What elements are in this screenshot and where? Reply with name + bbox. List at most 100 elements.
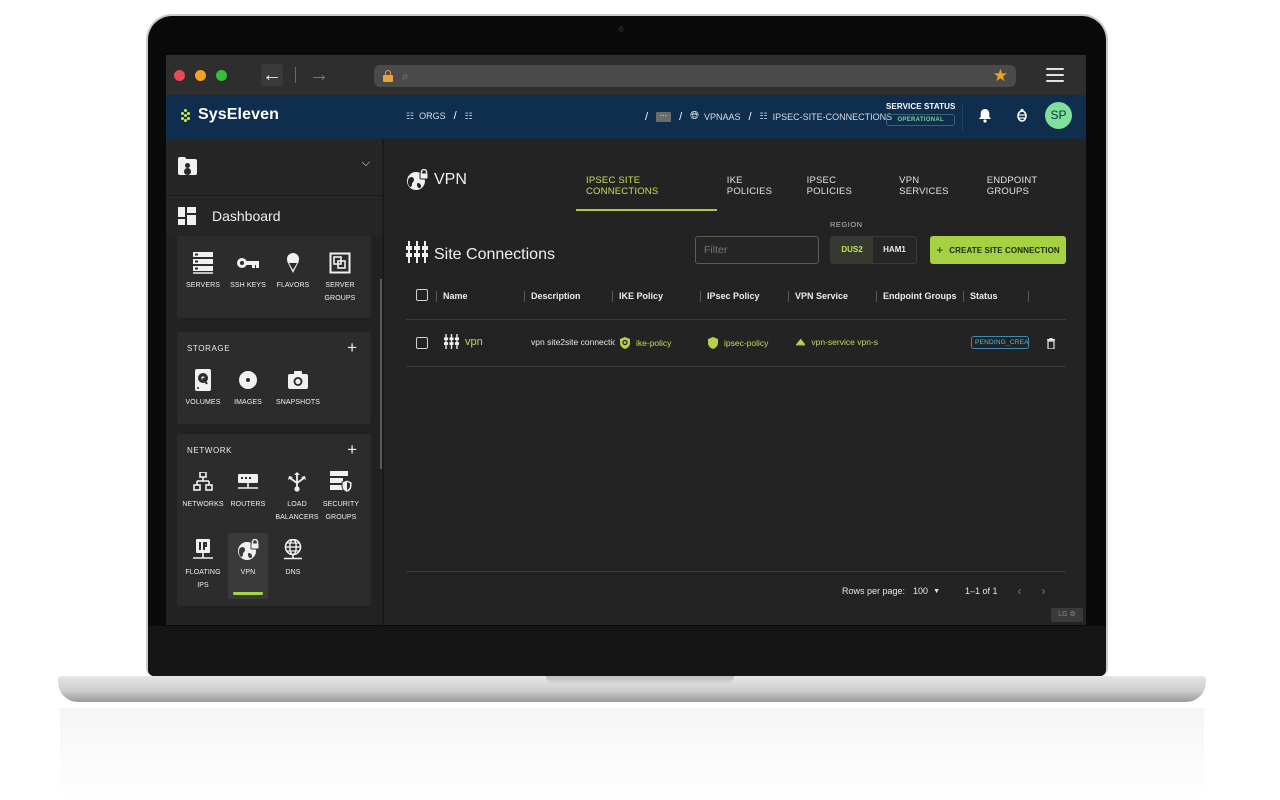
hamburger-menu-icon[interactable] bbox=[1046, 68, 1064, 82]
globe-lock-icon bbox=[406, 168, 429, 191]
breadcrumb-item-current: IPSEC-SITE-CONNECTIONS bbox=[772, 111, 893, 122]
rows-per-page-select[interactable]: 100 bbox=[913, 586, 928, 596]
service-status-badge[interactable]: OPERATIONAL bbox=[886, 114, 956, 126]
router-icon bbox=[225, 470, 271, 494]
tile-label: FLAVORS bbox=[276, 282, 310, 289]
service-status: SERVICE STATUS OPERATIONAL bbox=[886, 102, 956, 126]
sidebar-tile-flavors[interactable]: FLAVORS bbox=[270, 251, 316, 292]
maximize-window-button[interactable] bbox=[216, 69, 227, 81]
bug-report-icon[interactable] bbox=[1016, 108, 1028, 125]
project-icon[interactable]: ☷ bbox=[465, 111, 473, 122]
caret-down-icon[interactable]: ▼ bbox=[933, 588, 940, 595]
previous-page-button[interactable]: ‹ bbox=[1018, 584, 1022, 598]
laptop-notch bbox=[546, 676, 734, 684]
column-header-endpoint-groups[interactable]: Endpoint Groups bbox=[876, 289, 957, 303]
tile-label: IMAGES bbox=[234, 399, 262, 406]
column-header-ike-policy[interactable]: IKE Policy bbox=[612, 289, 663, 303]
sidebar-item-dashboard[interactable]: Dashboard bbox=[166, 196, 382, 236]
back-button[interactable]: ← bbox=[261, 64, 283, 86]
tile-label: LOAD BALANCERS bbox=[275, 501, 319, 521]
cell-ike-policy[interactable]: ike-policy bbox=[620, 337, 700, 349]
column-header-description[interactable]: Description bbox=[524, 289, 581, 303]
sidebar-tile-servers[interactable]: SERVERS bbox=[180, 251, 226, 292]
tile-label: FLOATING IPS bbox=[185, 569, 221, 589]
breadcrumb-collapsed-button[interactable]: ··· bbox=[656, 111, 672, 122]
network-title: NETWORK bbox=[187, 446, 233, 455]
cell-name[interactable]: vpn bbox=[444, 334, 524, 349]
region-option-ham1[interactable]: HAM1 bbox=[873, 237, 916, 263]
sidebar-tile-security-groups[interactable]: SECURITY GROUPS bbox=[319, 470, 363, 524]
add-network-button[interactable]: + bbox=[347, 440, 357, 460]
plus-icon: + bbox=[936, 243, 944, 257]
tile-label: SSH KEYS bbox=[230, 282, 266, 289]
tile-label: VOLUMES bbox=[185, 399, 221, 406]
minimize-window-button[interactable] bbox=[195, 69, 206, 81]
create-site-connection-button[interactable]: + CREATE SITE CONNECTION bbox=[930, 236, 1066, 264]
sidebar-tile-server-groups[interactable]: SERVER GROUPS bbox=[317, 251, 363, 305]
brand[interactable]: SysEleven bbox=[180, 106, 279, 124]
tab-ipsec-policies[interactable]: IPSEC POLICIES bbox=[797, 163, 890, 211]
breadcrumb-item-vpnaas[interactable]: VPNAAS bbox=[704, 112, 741, 122]
select-all-checkbox[interactable] bbox=[416, 289, 428, 301]
pagination-range: 1–1 of 1 bbox=[965, 586, 998, 596]
debug-badge[interactable]: LG ⚙ bbox=[1051, 608, 1083, 622]
forward-button[interactable]: → bbox=[308, 64, 330, 86]
sidebar-tile-images[interactable]: IMAGES bbox=[225, 368, 271, 409]
breadcrumb-item-orgs[interactable]: ORGS bbox=[419, 111, 446, 121]
tab-ike-policies[interactable]: IKE POLICIES bbox=[717, 163, 797, 211]
column-header-ipsec-policy[interactable]: IPsec Policy bbox=[700, 289, 760, 303]
column-header-actions bbox=[1028, 289, 1035, 303]
load-balancer-icon bbox=[269, 470, 325, 494]
create-button-label: CREATE SITE CONNECTION bbox=[949, 245, 1060, 255]
page-title: VPN bbox=[406, 168, 467, 191]
folder-account-icon bbox=[178, 157, 197, 175]
column-header-status[interactable]: Status bbox=[963, 289, 998, 303]
notifications-bell-icon[interactable] bbox=[978, 108, 992, 126]
sidebar-tile-networks[interactable]: NETWORKS bbox=[180, 470, 226, 511]
tab-endpoint-groups[interactable]: ENDPOINT GROUPS bbox=[977, 163, 1086, 211]
tile-label: SERVER GROUPS bbox=[324, 282, 356, 302]
project-selector[interactable]: ⌵ bbox=[166, 139, 382, 196]
breadcrumb: / ··· / 🌐︎ VPNAAS / ☷ IPSEC-SITE-CONNECT… bbox=[642, 110, 892, 123]
cell-ipsec-policy[interactable]: ipsec-policy bbox=[708, 337, 788, 349]
region-toggle: DUS2 HAM1 bbox=[830, 236, 917, 264]
breadcrumb-orgs: ☷ ORGS / ☷ bbox=[406, 110, 473, 122]
tab-vpn-services[interactable]: VPN SERVICES bbox=[889, 163, 977, 211]
vpn-icon bbox=[228, 538, 268, 562]
sidebar: ⌵ Dashboard SERVERS SSH KEYS FLAVORS SER… bbox=[166, 139, 384, 625]
active-indicator bbox=[233, 592, 263, 595]
sidebar-tile-load-balancers[interactable]: LOAD BALANCERS bbox=[269, 470, 325, 524]
section-title: Site Connections bbox=[406, 241, 555, 268]
address-bar[interactable]: ⌕ ★ bbox=[374, 65, 1016, 87]
sidebar-tile-vpn[interactable]: VPN bbox=[228, 533, 268, 599]
brand-name: SysEleven bbox=[198, 106, 279, 123]
sidebar-tile-ssh-keys[interactable]: SSH KEYS bbox=[225, 251, 271, 292]
close-window-button[interactable] bbox=[174, 69, 185, 81]
bookmark-star-icon[interactable]: ★ bbox=[993, 66, 1008, 86]
chevron-down-icon[interactable]: ⌵ bbox=[362, 157, 370, 170]
column-header-vpn-service[interactable]: VPN Service bbox=[788, 289, 848, 303]
hard-disk-icon bbox=[180, 368, 226, 392]
cell-description: vpn site2site connection bbox=[531, 337, 615, 347]
table-row[interactable]: vpn vpn site2site connection ike-policy … bbox=[406, 320, 1066, 367]
sidebar-tile-volumes[interactable]: VOLUMES bbox=[180, 368, 226, 409]
filter-input[interactable] bbox=[695, 236, 819, 264]
user-avatar[interactable]: SP bbox=[1045, 102, 1072, 129]
browser-toolbar: ← → ⌕ ★ bbox=[166, 55, 1086, 95]
column-header-name[interactable]: Name bbox=[436, 289, 468, 303]
cell-vpn-service[interactable]: vpn-service vpn-s bbox=[796, 337, 878, 347]
row-checkbox[interactable] bbox=[416, 337, 428, 349]
tab-ipsec-site-connections[interactable]: IPSEC SITE CONNECTIONS bbox=[576, 163, 717, 211]
service-status-label: SERVICE STATUS bbox=[886, 102, 956, 111]
delete-icon[interactable] bbox=[1047, 336, 1055, 350]
sidebar-tile-routers[interactable]: ROUTERS bbox=[225, 470, 271, 511]
org-icon: ☷ bbox=[406, 110, 415, 121]
breadcrumb-separator: / bbox=[453, 110, 457, 122]
ike-policy-icon bbox=[620, 337, 630, 349]
add-storage-button[interactable]: + bbox=[347, 338, 357, 358]
sidebar-tile-floating-ips[interactable]: FLOATING IPS bbox=[180, 538, 226, 592]
region-option-dus2[interactable]: DUS2 bbox=[831, 237, 873, 263]
sidebar-tile-snapshots[interactable]: SNAPSHOTS bbox=[274, 368, 322, 409]
next-page-button[interactable]: › bbox=[1042, 584, 1046, 598]
sidebar-tile-dns[interactable]: DNS bbox=[270, 538, 316, 579]
